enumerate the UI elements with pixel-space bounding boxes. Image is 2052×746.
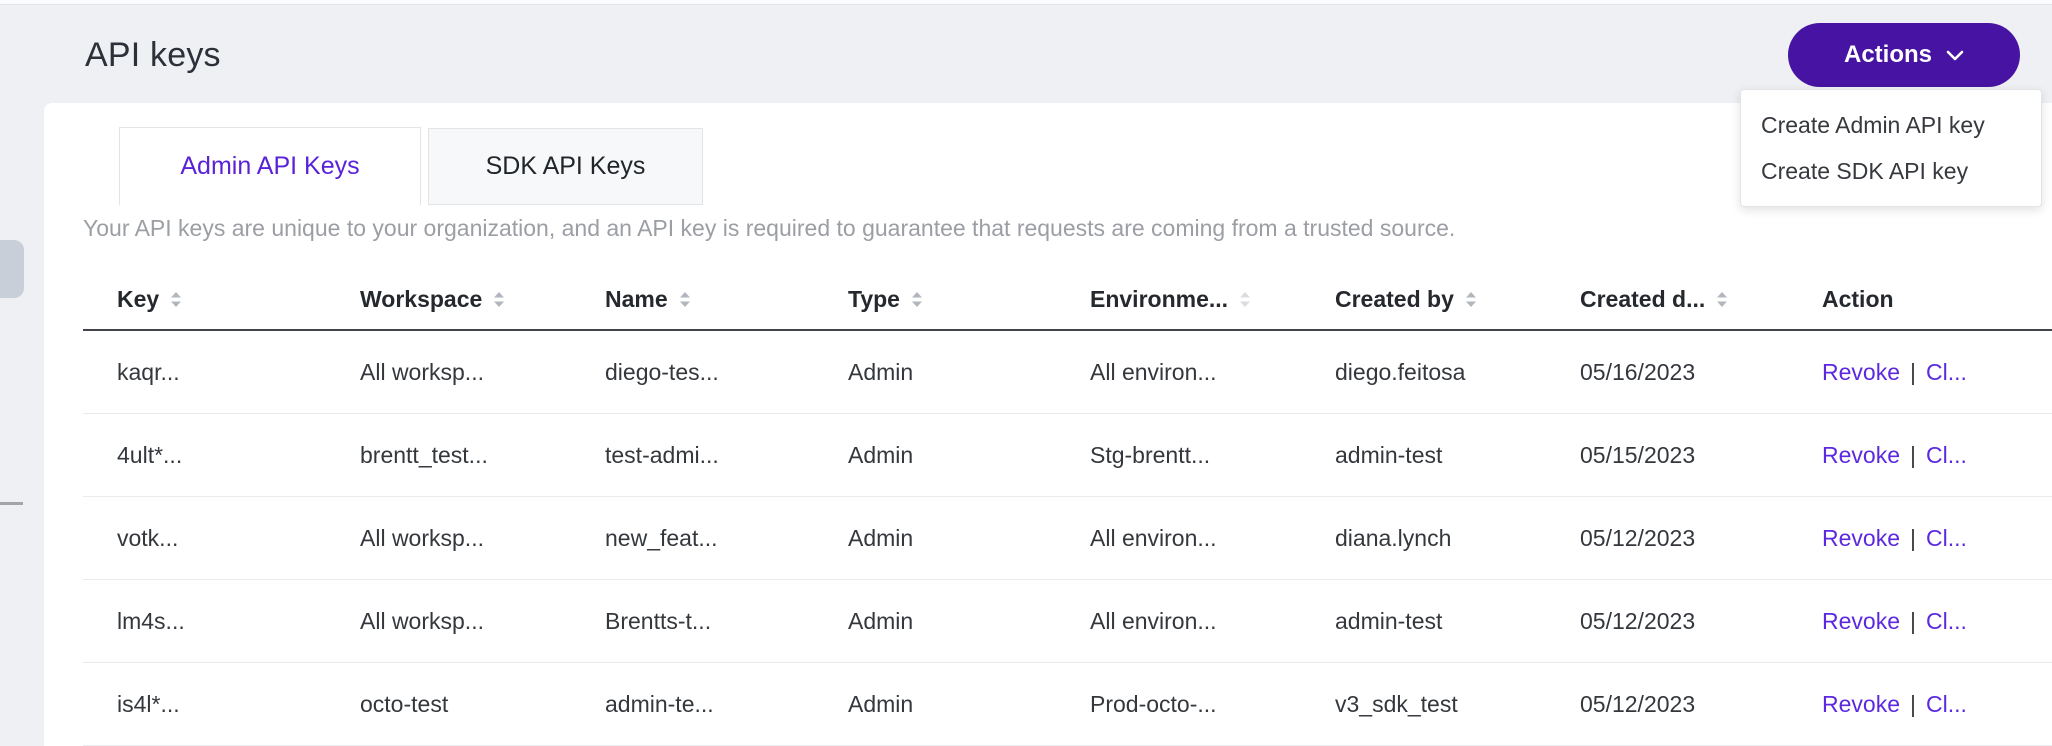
column-header-name[interactable]: Name	[571, 286, 814, 313]
sort-icon[interactable]	[911, 291, 923, 308]
created-by-cell: admin-test	[1301, 608, 1546, 635]
action-cell: Revoke | Cl...	[1788, 359, 2052, 386]
key-cell: kaqr...	[83, 359, 326, 386]
action-cell: Revoke | Cl...	[1788, 442, 2052, 469]
type-cell: Admin	[814, 608, 1056, 635]
action-separator: |	[1910, 691, 1916, 718]
action-separator: |	[1910, 525, 1916, 552]
created-date-cell: 05/15/2023	[1546, 442, 1788, 469]
sort-icon[interactable]	[1239, 291, 1251, 308]
action-cell: Revoke | Cl...	[1788, 691, 2052, 718]
clone-link[interactable]: Cl...	[1926, 691, 1967, 718]
actions-button-label: Actions	[1844, 41, 1932, 69]
actions-button[interactable]: Actions	[1788, 23, 2020, 87]
column-header-environments[interactable]: Environme...	[1056, 286, 1301, 313]
tab-sdk-api-keys[interactable]: SDK API Keys	[428, 128, 703, 205]
action-separator: |	[1910, 359, 1916, 386]
environment-cell: All environ...	[1056, 525, 1301, 552]
column-header-type[interactable]: Type	[814, 286, 1056, 313]
name-cell: Brentts-t...	[571, 608, 814, 635]
sort-icon[interactable]	[679, 291, 691, 308]
environment-cell: All environ...	[1056, 359, 1301, 386]
name-cell: admin-te...	[571, 691, 814, 718]
name-cell: new_feat...	[571, 525, 814, 552]
column-header-workspace[interactable]: Workspace	[326, 286, 571, 313]
table-row: votk... All worksp... new_feat... Admin …	[83, 497, 2052, 580]
action-separator: |	[1910, 608, 1916, 635]
clone-link[interactable]: Cl...	[1926, 525, 1967, 552]
api-keys-table: Key Workspace Name Type Environme... Cre…	[83, 269, 2052, 746]
revoke-link[interactable]: Revoke	[1822, 691, 1900, 718]
workspace-cell: octo-test	[326, 691, 571, 718]
revoke-link[interactable]: Revoke	[1822, 359, 1900, 386]
actions-dropdown-menu: Create Admin API key Create SDK API key	[1740, 89, 2042, 207]
menu-item-create-sdk-api-key[interactable]: Create SDK API key	[1741, 148, 2041, 194]
created-date-cell: 05/12/2023	[1546, 608, 1788, 635]
created-by-cell: diana.lynch	[1301, 525, 1546, 552]
menu-item-create-admin-api-key[interactable]: Create Admin API key	[1741, 102, 2041, 148]
created-by-cell: admin-test	[1301, 442, 1546, 469]
workspace-cell: brentt_test...	[326, 442, 571, 469]
created-date-cell: 05/12/2023	[1546, 691, 1788, 718]
type-cell: Admin	[814, 442, 1056, 469]
created-by-cell: diego.feitosa	[1301, 359, 1546, 386]
environment-cell: Prod-octo-...	[1056, 691, 1301, 718]
sort-icon[interactable]	[1716, 291, 1728, 308]
description-text: Your API keys are unique to your organiz…	[83, 215, 1455, 242]
sidebar-divider	[0, 502, 23, 505]
sort-icon[interactable]	[493, 291, 505, 308]
created-by-cell: v3_sdk_test	[1301, 691, 1546, 718]
tab-admin-api-keys[interactable]: Admin API Keys	[119, 127, 421, 205]
workspace-cell: All worksp...	[326, 359, 571, 386]
clone-link[interactable]: Cl...	[1926, 442, 1967, 469]
action-cell: Revoke | Cl...	[1788, 608, 2052, 635]
chevron-down-icon	[1946, 50, 1964, 61]
action-cell: Revoke | Cl...	[1788, 525, 2052, 552]
column-header-created-date[interactable]: Created d...	[1546, 286, 1788, 313]
type-cell: Admin	[814, 691, 1056, 718]
key-cell: 4ult*...	[83, 442, 326, 469]
key-cell: lm4s...	[83, 608, 326, 635]
table-row: kaqr... All worksp... diego-tes... Admin…	[83, 331, 2052, 414]
created-date-cell: 05/12/2023	[1546, 525, 1788, 552]
name-cell: test-admi...	[571, 442, 814, 469]
column-header-created-by[interactable]: Created by	[1301, 286, 1546, 313]
key-cell: is4l*...	[83, 691, 326, 718]
tab-sdk-api-keys-label: SDK API Keys	[486, 152, 646, 181]
table-row: lm4s... All worksp... Brentts-t... Admin…	[83, 580, 2052, 663]
action-separator: |	[1910, 442, 1916, 469]
sidebar-handle[interactable]	[0, 240, 24, 298]
tab-admin-api-keys-label: Admin API Keys	[180, 152, 359, 181]
name-cell: diego-tes...	[571, 359, 814, 386]
clone-link[interactable]: Cl...	[1926, 359, 1967, 386]
key-cell: votk...	[83, 525, 326, 552]
table-header-row: Key Workspace Name Type Environme... Cre…	[83, 269, 2052, 331]
sort-icon[interactable]	[170, 291, 182, 308]
type-cell: Admin	[814, 525, 1056, 552]
revoke-link[interactable]: Revoke	[1822, 442, 1900, 469]
table-row: 4ult*... brentt_test... test-admi... Adm…	[83, 414, 2052, 497]
type-cell: Admin	[814, 359, 1056, 386]
created-date-cell: 05/16/2023	[1546, 359, 1788, 386]
environment-cell: All environ...	[1056, 608, 1301, 635]
column-header-action: Action	[1788, 286, 2052, 313]
revoke-link[interactable]: Revoke	[1822, 525, 1900, 552]
page-title: API keys	[85, 36, 221, 75]
clone-link[interactable]: Cl...	[1926, 608, 1967, 635]
workspace-cell: All worksp...	[326, 608, 571, 635]
workspace-cell: All worksp...	[326, 525, 571, 552]
top-divider	[0, 0, 2052, 5]
table-row: is4l*... octo-test admin-te... Admin Pro…	[83, 663, 2052, 746]
column-header-key[interactable]: Key	[83, 286, 326, 313]
sort-icon[interactable]	[1465, 291, 1477, 308]
environment-cell: Stg-brentt...	[1056, 442, 1301, 469]
revoke-link[interactable]: Revoke	[1822, 608, 1900, 635]
